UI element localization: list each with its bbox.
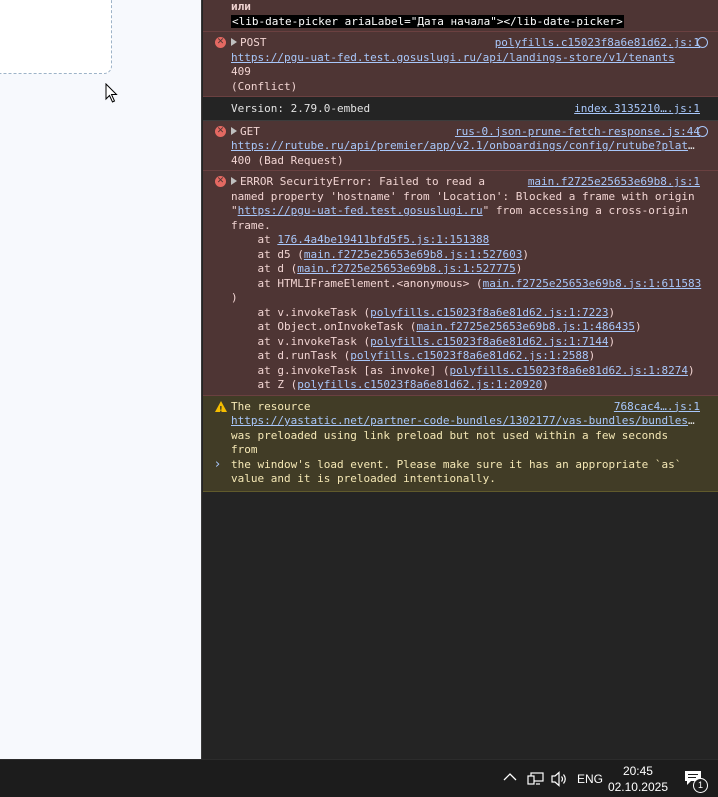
stack-frame: at d (main.f2725e25653e69b8.js:1:527775): [231, 262, 523, 275]
warning-text-line: the window's load event. Please make sur…: [231, 457, 682, 471]
stack-frame-link[interactable]: main.f2725e25653e69b8.js:1:611583: [483, 277, 702, 290]
devtools-console: или <lib-date-picker ariaLabel="Дата нач…: [203, 0, 718, 759]
notification-count-badge: 1: [693, 778, 708, 793]
partial-code-line: <lib-date-picker ariaLabel="Дата начала"…: [231, 14, 624, 28]
origin-link[interactable]: https://pgu-uat-fed.test.gosuslugi.ru: [238, 204, 483, 217]
stack-frame: ): [231, 291, 238, 304]
warning-text-line: was preloaded using link preload but not…: [231, 428, 669, 457]
stack-frame-link[interactable]: main.f2725e25653e69b8.js:1:527603: [304, 248, 523, 261]
stack-frame: at Object.onInvokeTask (main.f2725e25653…: [231, 320, 642, 333]
source-link[interactable]: 768cac4….js:1: [614, 400, 700, 415]
request-method: GET: [240, 124, 260, 138]
version-text: Version: 2.79.0-embed: [231, 102, 371, 115]
clock[interactable]: 20:45 02.10.2025: [608, 763, 668, 795]
console-prompt-icon[interactable]: ›: [215, 457, 220, 473]
mouse-cursor-icon: [105, 83, 118, 103]
resource-url-link[interactable]: https://yastatic.net/partner-code-bundle…: [231, 414, 700, 427]
network-request-icon[interactable]: [697, 37, 708, 48]
taskbar: ENG 20:45 02.10.2025: [0, 759, 718, 797]
chevron-up-icon[interactable]: [503, 772, 517, 782]
language-indicator[interactable]: ENG: [577, 772, 603, 786]
request-method: POST: [240, 36, 267, 49]
speaker-icon[interactable]: [550, 771, 568, 787]
console-log-version: index.3135210….js:1 Version: 2.79.0-embe…: [203, 97, 718, 121]
network-icon[interactable]: [527, 772, 545, 786]
stack-frame-link[interactable]: polyfills.c15023f8a6e81d62.js:1:2588: [350, 349, 588, 362]
stack-frame-link[interactable]: main.f2725e25653e69b8.js:1:527775: [297, 262, 516, 275]
page-dashed-box: [0, 0, 112, 74]
warning-text-line: value and it is preloaded intentionally.: [231, 472, 496, 485]
warning-url-line: https://yastatic.net/partner-code-bundle…: [231, 414, 700, 429]
get-url-line: https://rutube.ru/api/premier/app/v2.1/o…: [231, 139, 700, 154]
stack-frame-link[interactable]: polyfills.c15023f8a6e81d62.js:1:20920: [297, 378, 542, 391]
web-page-area: [0, 0, 202, 759]
stack-trace: at 176.4a4be19411bfd5f5.js:1:151388 at d…: [231, 233, 702, 393]
console-warning-preload: ! 768cac4….js:1 The resource https://yas…: [203, 395, 718, 492]
request-url-link[interactable]: https://rutube.ru/api/premier/app/v2.1/o…: [231, 139, 700, 152]
stack-frame: at 176.4a4be19411bfd5f5.js:1:151388: [231, 233, 490, 246]
request-url-link[interactable]: https://pgu-uat-fed.test.gosuslugi.ru/ap…: [231, 51, 675, 64]
error-icon: ✕: [215, 125, 226, 137]
status-code: 409: [231, 65, 251, 78]
error-icon: ✕: [215, 37, 226, 48]
error-text-line: "https://pgu-uat-fed.test.gosuslugi.ru" …: [231, 204, 688, 217]
expand-caret-icon[interactable]: [231, 126, 237, 135]
error-text-line: frame.: [231, 218, 271, 232]
error-icon: ✕: [215, 176, 226, 187]
stack-frame: at Z (polyfills.c15023f8a6e81d62.js:1:20…: [231, 378, 549, 391]
console-message-partial: или <lib-date-picker ariaLabel="Дата нач…: [203, 0, 718, 32]
status-text: (Conflict): [231, 79, 298, 93]
source-link[interactable]: polyfills.c15023f8a6e81d62.js:1: [495, 36, 700, 51]
stack-frame-link[interactable]: polyfills.c15023f8a6e81d62.js:1:7144: [370, 335, 608, 348]
console-error-security: ✕ main.f2725e25653e69b8.js:1 ERROR Secur…: [203, 171, 718, 396]
status-text: 400 (Bad Request): [231, 153, 344, 167]
clock-date: 02.10.2025: [607, 780, 668, 794]
expand-caret-icon[interactable]: [231, 38, 237, 46]
stack-frame-link[interactable]: polyfills.c15023f8a6e81d62.js:1:7223: [370, 306, 608, 319]
stack-frame: at d.runTask (polyfills.c15023f8a6e81d62…: [231, 349, 596, 362]
error-text-line: named property 'hostname' from 'Location…: [231, 189, 695, 203]
post-url-line: https://pgu-uat-fed.test.gosuslugi.ru/ap…: [231, 51, 700, 80]
stack-frame: at HTMLIFrameElement.<anonymous> (main.f…: [231, 276, 702, 290]
source-link[interactable]: rus-0.json-prune-fetch-response.js:44: [455, 125, 700, 140]
stack-frame: at d5 (main.f2725e25653e69b8.js:1:527603…: [231, 247, 530, 261]
stack-frame: at v.invokeTask (polyfills.c15023f8a6e81…: [231, 305, 616, 319]
network-request-icon[interactable]: [697, 125, 708, 137]
partial-text-line: или: [231, 0, 251, 13]
clock-time: 20:45: [622, 764, 653, 778]
console-error-get: ✕ rus-0.json-prune-fetch-response.js:44 …: [203, 120, 718, 171]
stack-frame: at g.invokeTask [as invoke] (polyfills.c…: [231, 363, 695, 377]
stack-frame-link[interactable]: 176.4a4be19411bfd5f5.js:1:151388: [277, 233, 489, 246]
stack-frame: at v.invokeTask (polyfills.c15023f8a6e81…: [231, 334, 616, 348]
error-head-text: ERROR SecurityError: Failed to read a: [240, 175, 486, 188]
stack-frame-link[interactable]: polyfills.c15023f8a6e81d62.js:1:8274: [450, 364, 688, 377]
source-link[interactable]: index.3135210….js:1: [574, 102, 700, 117]
expand-caret-icon[interactable]: [231, 177, 237, 185]
console-error-post: ✕ polyfills.c15023f8a6e81d62.js:1 POST h…: [203, 32, 718, 97]
stack-frame-link[interactable]: main.f2725e25653e69b8.js:1:486435: [416, 320, 635, 333]
source-link[interactable]: main.f2725e25653e69b8.js:1: [528, 175, 700, 190]
